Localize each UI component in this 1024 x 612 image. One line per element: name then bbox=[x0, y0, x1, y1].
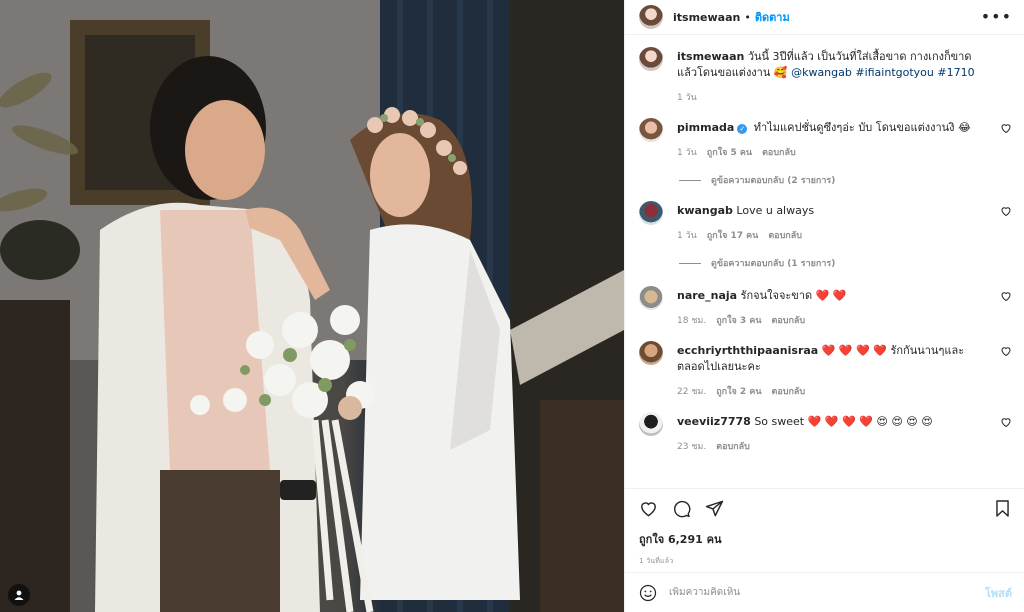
caption-body: itsmewaan วันนี้ 3ปีที่แล้ว เป็นวันที่ใส… bbox=[677, 49, 1012, 106]
heart-icon[interactable] bbox=[1000, 290, 1012, 302]
comment-row: nare_naja รักจนใจจะขาด ❤️ ❤️ 18 ชม. ถูกใ… bbox=[639, 286, 1012, 329]
comment-body: kwangab Love u always 1 วัน ถูกใจ 17 คน … bbox=[677, 203, 1012, 244]
view-replies-label: ดูข้อความตอบกลับ (1 รายการ) bbox=[711, 259, 836, 269]
post-comment-button[interactable]: โพสต์ bbox=[985, 584, 1012, 602]
comment-likes[interactable]: ถูกใจ 3 คน bbox=[716, 313, 761, 329]
reply-button[interactable]: ตอบกลับ bbox=[772, 384, 806, 400]
comment-icon[interactable] bbox=[672, 499, 691, 518]
bookmark-icon[interactable] bbox=[993, 499, 1012, 518]
comment-body: veeviiz7778 So sweet ❤️ ❤️ ❤️ ❤️ 😍 😍 😍 😍… bbox=[677, 414, 1012, 455]
comment-likes[interactable]: ถูกใจ 5 คน bbox=[707, 145, 752, 161]
comment-meta: 18 ชม. ถูกใจ 3 คน ตอบกลับ bbox=[677, 313, 990, 329]
post-header: itsmewaan • ติดตาม ••• bbox=[625, 0, 1024, 35]
comments-list: itsmewaan วันนี้ 3ปีที่แล้ว เป็นวันที่ใส… bbox=[625, 35, 1024, 488]
comment-likes[interactable]: ถูกใจ 2 คน bbox=[716, 384, 761, 400]
comment-avatar[interactable] bbox=[639, 286, 663, 310]
action-icons bbox=[639, 499, 1012, 518]
comment-text: ทำไมแคปชั่นดูซึงๆอ่ะ บับ โดนขอแต่งงานงิ … bbox=[753, 121, 971, 134]
comment-time: 1 วัน bbox=[677, 148, 697, 158]
tag-user-button[interactable] bbox=[8, 584, 30, 606]
post-side-panel: itsmewaan • ติดตาม ••• itsmewaan วันนี้ … bbox=[624, 0, 1024, 612]
reply-button[interactable]: ตอบกลับ bbox=[768, 228, 802, 244]
comment-row: kwangab Love u always 1 วัน ถูกใจ 17 คน … bbox=[639, 201, 1012, 244]
reply-button[interactable]: ตอบกลับ bbox=[772, 313, 806, 329]
comment-time: 23 ชม. bbox=[677, 442, 707, 452]
comment-body: pimmada ✓ ทำไมแคปชั่นดูซึงๆอ่ะ บับ โดนขอแ… bbox=[677, 120, 1012, 161]
couple-photo-illustration bbox=[0, 0, 624, 612]
comment-meta: 22 ชม. ถูกใจ 2 คน ตอบกลับ bbox=[677, 384, 990, 400]
separator-dot: • bbox=[744, 10, 751, 24]
caption-row: itsmewaan วันนี้ 3ปีที่แล้ว เป็นวันที่ใส… bbox=[639, 47, 1012, 106]
heart-icon[interactable] bbox=[1000, 205, 1012, 217]
heart-icon[interactable] bbox=[1000, 345, 1012, 357]
view-replies-label: ดูข้อความตอบกลับ (2 รายการ) bbox=[711, 176, 836, 186]
caption-time: 1 วัน bbox=[677, 93, 697, 103]
reply-button[interactable]: ตอบกลับ bbox=[716, 439, 750, 455]
caption-tags[interactable]: @kwangab #ifiaintgotyou #1710 bbox=[791, 66, 975, 79]
post-photo[interactable] bbox=[0, 0, 624, 612]
comment-time: 1 วัน bbox=[677, 231, 697, 241]
comment-avatar[interactable] bbox=[639, 118, 663, 142]
heart-icon[interactable] bbox=[639, 499, 658, 518]
replies-line bbox=[679, 262, 701, 264]
comment-username[interactable]: ecchriyrththipaanisraa bbox=[677, 344, 818, 357]
more-options-icon[interactable]: ••• bbox=[981, 9, 1012, 25]
author-avatar-caption[interactable] bbox=[639, 47, 663, 71]
comment-text: รักจนใจจะขาด ❤️ ❤️ bbox=[740, 289, 847, 302]
add-comment-bar: โพสต์ bbox=[625, 572, 1024, 612]
comment-text: So sweet ❤️ ❤️ ❤️ ❤️ 😍 😍 😍 😍 bbox=[754, 415, 933, 428]
comment-username[interactable]: pimmada bbox=[677, 121, 734, 134]
follow-button[interactable]: ติดตาม bbox=[755, 8, 790, 26]
comment-meta: 1 วัน ถูกใจ 5 คน ตอบกลับ bbox=[677, 145, 990, 161]
comment-row: veeviiz7778 So sweet ❤️ ❤️ ❤️ ❤️ 😍 😍 😍 😍… bbox=[639, 412, 1012, 455]
comment-meta: 23 ชม. ตอบกลับ bbox=[677, 439, 990, 455]
author-username[interactable]: itsmewaan bbox=[673, 11, 740, 24]
comment-time: 18 ชม. bbox=[677, 316, 707, 326]
heart-icon[interactable] bbox=[1000, 416, 1012, 428]
comment-text: Love u always bbox=[736, 204, 815, 217]
view-replies-button[interactable]: ดูข้อความตอบกลับ (2 รายการ) bbox=[679, 173, 1012, 187]
replies-line bbox=[679, 179, 701, 181]
view-replies-button[interactable]: ดูข้อความตอบกลับ (1 รายการ) bbox=[679, 256, 1012, 270]
comment-input[interactable] bbox=[669, 587, 985, 598]
comment-meta: 1 วัน ถูกใจ 17 คน ตอบกลับ bbox=[677, 228, 990, 244]
reply-button[interactable]: ตอบกลับ bbox=[762, 145, 796, 161]
share-icon[interactable] bbox=[705, 499, 724, 518]
comment-body: nare_naja รักจนใจจะขาด ❤️ ❤️ 18 ชม. ถูกใ… bbox=[677, 288, 1012, 329]
caption-meta: 1 วัน bbox=[677, 90, 990, 106]
comment-avatar[interactable] bbox=[639, 201, 663, 225]
post-time: 1 วันที่แล้ว bbox=[639, 557, 674, 565]
comment-username[interactable]: kwangab bbox=[677, 204, 733, 217]
tag-user-icon bbox=[14, 590, 24, 600]
heart-icon[interactable] bbox=[1000, 122, 1012, 134]
post-actions: ถูกใจ 6,291 คน 1 วันที่แล้ว bbox=[625, 488, 1024, 572]
comment-row: pimmada ✓ ทำไมแคปชั่นดูซึงๆอ่ะ บับ โดนขอแ… bbox=[639, 118, 1012, 161]
comment-likes[interactable]: ถูกใจ 17 คน bbox=[707, 228, 759, 244]
author-avatar[interactable] bbox=[639, 5, 663, 29]
comment-avatar[interactable] bbox=[639, 341, 663, 365]
comment-body: ecchriyrththipaanisraa ❤️ ❤️ ❤️ ❤️ รักกั… bbox=[677, 343, 1012, 400]
comment-time: 22 ชม. bbox=[677, 387, 707, 397]
instagram-post-view: itsmewaan • ติดตาม ••• itsmewaan วันนี้ … bbox=[0, 0, 1024, 612]
verified-icon: ✓ bbox=[737, 124, 748, 134]
comment-username[interactable]: veeviiz7778 bbox=[677, 415, 751, 428]
comment-row: ecchriyrththipaanisraa ❤️ ❤️ ❤️ ❤️ รักกั… bbox=[639, 341, 1012, 400]
emoji-icon[interactable] bbox=[639, 584, 657, 602]
likes-count[interactable]: ถูกใจ 6,291 คน bbox=[639, 530, 1012, 548]
comment-username[interactable]: nare_naja bbox=[677, 289, 737, 302]
comment-avatar[interactable] bbox=[639, 412, 663, 436]
caption-username[interactable]: itsmewaan bbox=[677, 50, 744, 63]
